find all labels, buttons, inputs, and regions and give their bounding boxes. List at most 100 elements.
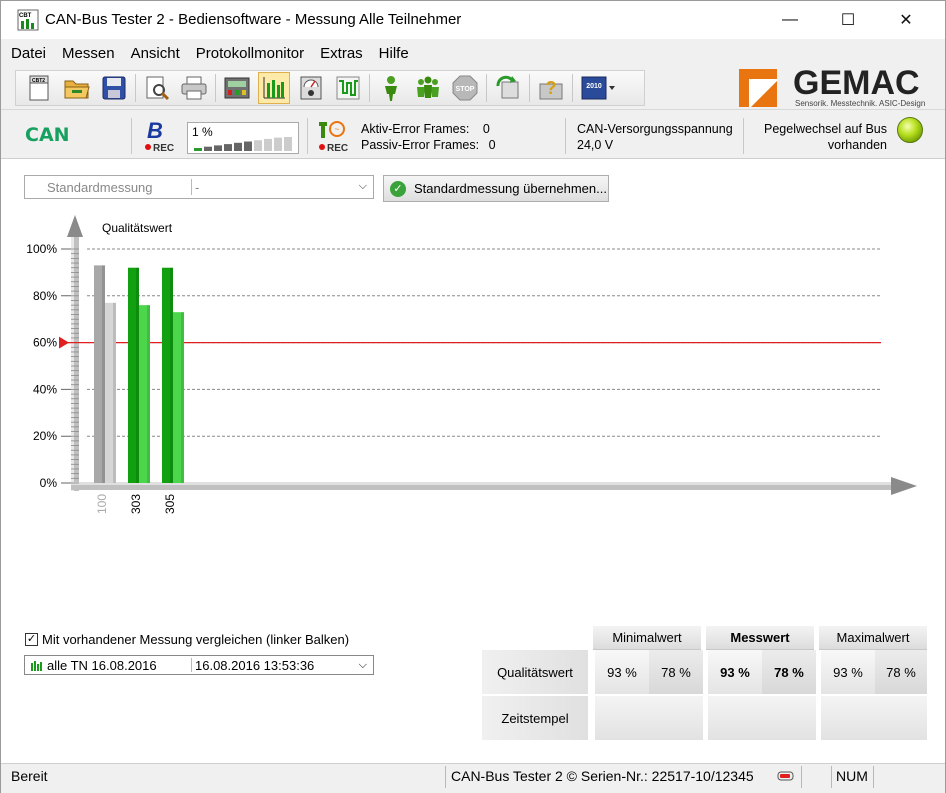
- open-button[interactable]: [61, 72, 93, 104]
- single-node-button[interactable]: [375, 72, 407, 104]
- menu-datei[interactable]: Datei: [11, 45, 46, 62]
- oscilloscope-button[interactable]: [332, 72, 364, 104]
- stop-button[interactable]: STOP: [449, 72, 481, 104]
- y-tick-label: 0%: [40, 476, 58, 490]
- bar-chart-icon: [31, 661, 42, 671]
- menu-protokollmonitor[interactable]: Protokollmonitor: [196, 45, 304, 62]
- separator: [307, 118, 308, 154]
- chart-x-labels: 100 303 305: [95, 494, 177, 514]
- checkbox-box[interactable]: ✓: [25, 633, 38, 646]
- compare-measurement-select[interactable]: alle TN 16.08.2016 16.08.2016 13:53:36 ⌵: [24, 655, 374, 675]
- level-bar: [194, 148, 202, 151]
- new-measurement-button[interactable]: CBT2: [24, 72, 56, 104]
- checkmark-icon: ✓: [390, 180, 406, 197]
- quality-chart-button[interactable]: [258, 72, 290, 104]
- compare-select-date: 16.08.2016 13:53:36: [195, 658, 315, 673]
- menu-hilfe[interactable]: Hilfe: [379, 45, 409, 62]
- all-nodes-button[interactable]: [412, 72, 444, 104]
- voltage-label: CAN-Versorgungsspannung: [577, 122, 733, 136]
- status-led-icon: [897, 117, 923, 143]
- status-ready: Bereit: [11, 768, 48, 784]
- measured-value-left: 93 %: [708, 650, 762, 694]
- chart-bar-shade: [136, 267, 139, 483]
- aktiv-error-value: 0: [482, 122, 490, 136]
- y-tick-label: 40%: [33, 382, 57, 396]
- save-button[interactable]: [98, 72, 130, 104]
- svg-text:~: ~: [335, 125, 340, 134]
- open-icon: [64, 80, 90, 99]
- group-icon: [417, 76, 439, 98]
- y-tick-label: 80%: [33, 289, 57, 303]
- logo-name: GEMAC: [793, 67, 920, 102]
- toolbar-separator: [572, 74, 573, 102]
- help-button[interactable]: ?: [535, 72, 567, 104]
- level-bar: [224, 144, 232, 151]
- aktiv-error-label: Aktiv-Error Frames:: [361, 122, 470, 136]
- compare-select-value: alle TN 16.08.2016: [47, 658, 157, 673]
- device-button[interactable]: [221, 72, 253, 104]
- calendar-icon: 2010: [581, 76, 615, 100]
- status-bar: Bereit CAN-Bus Tester 2 © Serien-Nr.: 22…: [1, 763, 945, 793]
- print-preview-icon: [146, 76, 170, 101]
- separator: [445, 766, 446, 788]
- can-label: CAN: [25, 124, 70, 146]
- minimize-button[interactable]: —: [761, 1, 819, 39]
- menu-extras[interactable]: Extras: [320, 45, 363, 62]
- toolbar-separator: [369, 74, 370, 102]
- passiv-error-value: 0: [488, 138, 496, 152]
- person-icon: [385, 76, 397, 101]
- x-tick-label: 100: [95, 494, 109, 514]
- meter-button[interactable]: [295, 72, 327, 104]
- row-label-timestamp: Zeitstempel: [482, 696, 588, 740]
- status-product: CAN-Bus Tester 2 © Serien-Nr.: 22517-10/…: [451, 768, 754, 784]
- level-bar: [264, 138, 272, 151]
- mode-select-value: Standardmessung: [47, 180, 153, 195]
- stop-text: STOP: [456, 86, 475, 93]
- separator: [131, 118, 132, 154]
- calendar-text: 2010: [586, 83, 602, 90]
- toolbar-strip: CBT2 STOP ? 2010: [15, 70, 645, 106]
- toolbar-separator: [215, 74, 216, 102]
- level-bar: [244, 141, 252, 151]
- error-frames: Aktiv-Error Frames: 0 Passiv-Error Frame…: [361, 121, 496, 153]
- chart-bar-shade: [147, 305, 150, 483]
- y-axis-arrow: [67, 215, 83, 237]
- calendar-dropdown-button[interactable]: 2010: [578, 72, 618, 104]
- toolbar-separator: [486, 74, 487, 102]
- t-rec-icon[interactable]: ~ REC: [315, 118, 355, 154]
- voltage-value: 24,0 V: [577, 138, 614, 152]
- max-timestamp: [821, 696, 927, 740]
- print-icon: [181, 76, 207, 100]
- new-icon: CBT2: [29, 75, 49, 101]
- b-rec-text: REC: [153, 143, 174, 154]
- measurement-mode-select[interactable]: Standardmessung - ⌵: [24, 175, 374, 199]
- y-axis-highlight: [71, 233, 74, 491]
- compare-checkbox[interactable]: ✓ Mit vorhandener Messung vergleichen (l…: [25, 632, 349, 647]
- help-icon: ?: [539, 78, 563, 100]
- battery-icon: [777, 771, 794, 781]
- passiv-error-label: Passiv-Error Frames:: [361, 138, 480, 152]
- max-value-right: 78 %: [875, 650, 927, 694]
- level-bar: [284, 137, 292, 151]
- close-button[interactable]: ✕: [877, 1, 935, 39]
- level-bar: [274, 137, 282, 151]
- level-bar: [214, 145, 222, 151]
- maximize-button[interactable]: ☐: [819, 1, 877, 39]
- col-header-max: Maximalwert: [819, 626, 927, 650]
- stop-icon: STOP: [452, 75, 478, 101]
- level-bar: [254, 140, 262, 151]
- apply-standard-measurement-button[interactable]: ✓ Standardmessung übernehmen...: [383, 175, 609, 202]
- menu-messen[interactable]: Messen: [62, 45, 115, 62]
- svg-text:?: ?: [546, 78, 557, 98]
- b-rec-icon[interactable]: B REC: [141, 118, 181, 154]
- print-preview-button[interactable]: [141, 72, 173, 104]
- chevron-down-icon: ⌵: [358, 180, 367, 192]
- refresh-button[interactable]: [492, 72, 524, 104]
- menu-ansicht[interactable]: Ansicht: [131, 45, 180, 62]
- chart-bar-shade: [181, 312, 184, 483]
- y-tick-label: 100%: [26, 242, 57, 256]
- chart-axis: [67, 215, 917, 495]
- status-info-bar: CAN B REC 1 % ~ REC Aktiv-Error Frames: …: [1, 109, 945, 159]
- bus-load-meter: 1 %: [187, 122, 299, 154]
- print-button[interactable]: [178, 72, 210, 104]
